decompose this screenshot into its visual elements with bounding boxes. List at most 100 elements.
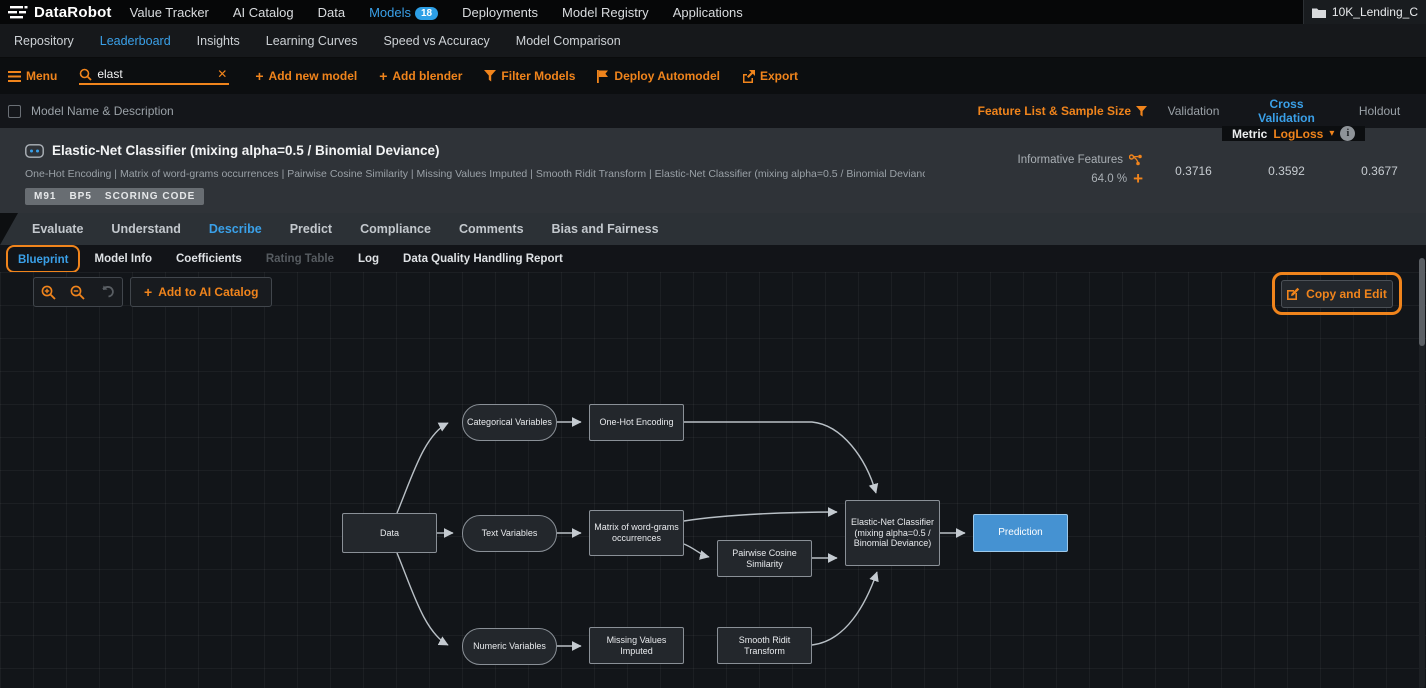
node-missing-values-imputed[interactable]: Missing Values Imputed xyxy=(589,627,684,664)
scrollbar-thumb[interactable] xyxy=(1419,258,1425,346)
holdout-score: 0.3677 xyxy=(1333,164,1426,178)
models-count-badge: 18 xyxy=(415,7,438,20)
project-selector[interactable]: 10K_Lending_C xyxy=(1303,0,1426,24)
node-text-variables[interactable]: Text Variables xyxy=(462,515,557,552)
leaderboard-header: Model Name & Description Feature List & … xyxy=(0,94,1426,128)
subtab-rating-table: Rating Table xyxy=(266,253,334,265)
tab-describe[interactable]: Describe xyxy=(209,222,262,236)
chevron-down-icon: ▾ xyxy=(1329,128,1334,139)
top-nav-model-registry[interactable]: Model Registry xyxy=(562,5,649,20)
tab-predict[interactable]: Predict xyxy=(290,222,332,236)
feature-list-value[interactable]: Informative Features xyxy=(1018,154,1143,166)
datarobot-logo-icon xyxy=(8,5,28,20)
scrollbar-track[interactable] xyxy=(1419,258,1425,688)
node-categorical-variables[interactable]: Categorical Variables xyxy=(462,404,557,441)
node-data[interactable]: Data xyxy=(342,513,437,553)
datarobot-brand[interactable]: DataRobot xyxy=(8,4,112,21)
model-badges: M91 BP5 SCORING CODE xyxy=(25,188,204,205)
tab-compliance[interactable]: Compliance xyxy=(360,222,431,236)
add-blender-button[interactable]: + Add blender xyxy=(379,69,462,83)
brand-name: DataRobot xyxy=(34,4,112,21)
tab-comments[interactable]: Comments xyxy=(459,222,524,236)
tab-evaluate[interactable]: Evaluate xyxy=(32,222,83,236)
node-pairwise-cosine-similarity[interactable]: Pairwise Cosine Similarity xyxy=(717,540,812,577)
export-icon xyxy=(742,70,755,83)
model-title[interactable]: Elastic-Net Classifier (mixing alpha=0.5… xyxy=(52,143,440,158)
top-nav-data[interactable]: Data xyxy=(318,5,345,20)
describe-sub-tabs: Blueprint Model Info Coefficients Rating… xyxy=(0,245,1426,272)
subtab-coefficients[interactable]: Coefficients xyxy=(176,253,242,265)
select-all-checkbox[interactable] xyxy=(8,105,21,118)
nav-leaderboard[interactable]: Leaderboard xyxy=(100,34,171,48)
tab-understand[interactable]: Understand xyxy=(111,222,180,236)
increase-sample-size-icon[interactable]: + xyxy=(1133,170,1143,187)
node-prediction[interactable]: Prediction xyxy=(973,514,1068,552)
top-nav-applications[interactable]: Applications xyxy=(673,5,743,20)
edge-data-categorical xyxy=(397,423,448,513)
blueprint-tab-highlight: Blueprint xyxy=(6,245,80,273)
edge-data-numeric xyxy=(397,553,448,645)
search-input[interactable] xyxy=(97,67,207,81)
node-smooth-ridit-transform[interactable]: Smooth Ridit Transform xyxy=(717,627,812,664)
filter-models-button[interactable]: Filter Models xyxy=(484,69,575,83)
subtab-blueprint[interactable]: Blueprint xyxy=(18,254,68,266)
feature-list-column-header[interactable]: Feature List & Sample Size xyxy=(937,104,1147,118)
nav-model-comparison[interactable]: Model Comparison xyxy=(516,34,621,48)
validation-score: 0.3716 xyxy=(1147,164,1240,178)
blueprint-canvas[interactable]: + Add to AI Catalog Copy and Edit xyxy=(0,272,1426,688)
project-nav: Repository Leaderboard Insights Learning… xyxy=(0,24,1426,58)
nav-learning-curves[interactable]: Learning Curves xyxy=(266,34,358,48)
clear-search-icon[interactable]: ✕ xyxy=(217,67,227,81)
flag-icon xyxy=(597,70,609,83)
model-search[interactable]: ✕ xyxy=(79,67,229,85)
model-name-column-header: Model Name & Description xyxy=(31,104,174,118)
top-nav-models[interactable]: Models18 xyxy=(369,5,438,20)
nav-speed-vs-accuracy[interactable]: Speed vs Accuracy xyxy=(383,34,489,48)
model-robot-icon xyxy=(25,144,44,158)
funnel-icon xyxy=(484,70,496,82)
subtab-model-info[interactable]: Model Info xyxy=(94,253,152,265)
export-button[interactable]: Export xyxy=(742,69,798,83)
funnel-icon xyxy=(1136,106,1147,117)
scoring-code-badge: SCORING CODE xyxy=(105,191,195,202)
edge-matrix-pairwise xyxy=(684,544,709,557)
sample-size-value[interactable]: 64.0 % + xyxy=(1091,170,1143,187)
top-nav-deployments[interactable]: Deployments xyxy=(462,5,538,20)
subtab-data-quality-handling-report[interactable]: Data Quality Handling Report xyxy=(403,253,563,265)
blueprint-number-badge: BP5 xyxy=(69,191,91,202)
cross-validation-column-header[interactable]: Cross Validation xyxy=(1240,97,1333,125)
info-icon[interactable]: i xyxy=(1340,126,1355,141)
tab-bias-and-fairness[interactable]: Bias and Fairness xyxy=(552,222,659,236)
cross-validation-score: 0.3592 xyxy=(1240,164,1333,178)
menu-button[interactable]: Menu xyxy=(8,69,57,83)
edge-matrix-elasticnet xyxy=(684,512,837,521)
project-name: 10K_Lending_C xyxy=(1332,5,1418,19)
add-new-model-button[interactable]: + Add new model xyxy=(255,69,357,83)
nav-insights[interactable]: Insights xyxy=(197,34,240,48)
node-elastic-net-classifier[interactable]: Elastic-Net Classifier (mixing alpha=0.5… xyxy=(845,500,940,566)
node-numeric-variables[interactable]: Numeric Variables xyxy=(462,628,557,665)
subtab-log[interactable]: Log xyxy=(358,253,379,265)
node-matrix-word-grams[interactable]: Matrix of word-grams occurrences xyxy=(589,510,684,556)
menu-icon xyxy=(8,71,21,82)
metric-selector[interactable]: Metric LogLoss ▾ i xyxy=(1222,126,1365,141)
deploy-automodel-button[interactable]: Deploy Automodel xyxy=(597,69,720,83)
folder-icon xyxy=(1312,7,1326,18)
node-one-hot-encoding[interactable]: One-Hot Encoding xyxy=(589,404,684,441)
holdout-column-header[interactable]: Holdout xyxy=(1333,104,1426,118)
edge-smoothridit-elasticnet xyxy=(812,572,877,645)
leaderboard-toolbar: Menu ✕ + Add new model + Add blender xyxy=(0,58,1426,94)
feature-lineage-icon[interactable] xyxy=(1129,154,1143,166)
blueprint-edges xyxy=(0,272,1426,688)
nav-repository[interactable]: Repository xyxy=(14,34,74,48)
top-nav-ai-catalog[interactable]: AI Catalog xyxy=(233,5,294,20)
top-nav-value-tracker[interactable]: Value Tracker xyxy=(130,5,209,20)
plus-icon: + xyxy=(379,69,387,83)
leaderboard-model-row[interactable]: Elastic-Net Classifier (mixing alpha=0.5… xyxy=(0,128,1426,213)
validation-column-header[interactable]: Validation xyxy=(1147,104,1240,118)
model-number-badge: M91 xyxy=(34,191,56,202)
model-description: One-Hot Encoding | Matrix of word-grams … xyxy=(25,168,925,180)
metric-value[interactable]: LogLoss xyxy=(1273,127,1323,141)
datarobot-app: DataRobot Value Tracker AI Catalog Data … xyxy=(0,0,1426,688)
plus-icon: + xyxy=(255,69,263,83)
